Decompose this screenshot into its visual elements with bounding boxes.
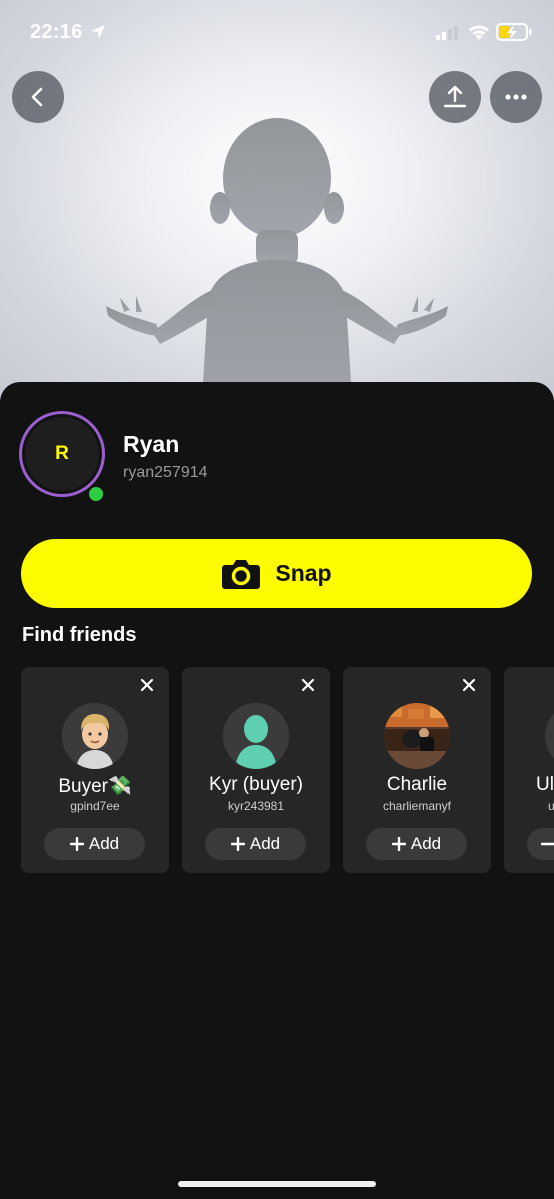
signal-icon [436,26,458,40]
friend-suggestion-card[interactable]: Ul u [504,667,554,873]
location-arrow-icon [91,25,105,39]
friend-avatar [62,703,128,769]
plus-icon [69,837,84,851]
wifi-icon [469,25,489,40]
friend-username: kyr243981 [227,799,285,813]
close-icon[interactable] [139,677,155,693]
friend-photo [384,703,450,769]
friend-name: Kyr (buyer) [209,774,303,795]
username: ryan257914 [123,464,208,481]
status-bar: 22:16 [0,0,554,64]
friend-suggestion-card[interactable]: Charlie charliemanyf Add [343,667,491,873]
add-friend-button[interactable] [527,828,554,860]
more-options-button[interactable] [490,71,542,123]
friend-suggestion-card[interactable]: Buyer💸 gpind7ee Add [21,667,169,873]
avatar[interactable]: R [19,411,105,497]
add-friend-label: Add [88,834,120,853]
plus-icon [230,837,245,851]
more-icon [505,94,527,100]
friend-username: u [548,799,554,813]
home-indicator[interactable] [178,1181,376,1187]
friend-suggestion-card[interactable]: Kyr (buyer) kyr243981 Add [182,667,330,873]
back-chevron-icon [31,87,43,107]
close-icon[interactable] [300,677,316,693]
battery-charging-icon [496,23,532,41]
avatar-initial: R [25,417,99,491]
friend-name: Buyer💸 [58,776,132,797]
status-time: 22:16 [30,21,83,43]
friend-name: Ul [536,774,554,795]
add-friend-button[interactable]: Add [366,828,467,860]
friend-username: charliemanyf [382,799,452,813]
add-friend-label: Add [410,834,442,853]
find-friends-title: Find friends [22,624,137,646]
back-button[interactable] [12,71,64,123]
friend-name: Charlie [386,774,448,795]
share-button[interactable] [429,71,481,123]
add-friend-button[interactable]: Add [44,828,145,860]
add-friend-button[interactable]: Add [205,828,306,860]
friend-avatar [545,703,554,769]
bitmoji-silhouette [106,118,448,400]
friend-username: gpind7ee [70,799,120,813]
plus-icon [391,837,406,851]
camera-icon [222,559,261,589]
snap-button[interactable]: Snap [21,539,532,608]
display-name: Ryan [123,431,180,457]
snap-button-label: Snap [275,560,332,586]
friend-avatar [223,703,289,769]
add-friend-label: Add [249,834,281,853]
close-icon[interactable] [461,677,477,693]
online-status-dot [87,485,105,503]
share-icon [443,85,467,108]
plus-icon [541,842,554,846]
